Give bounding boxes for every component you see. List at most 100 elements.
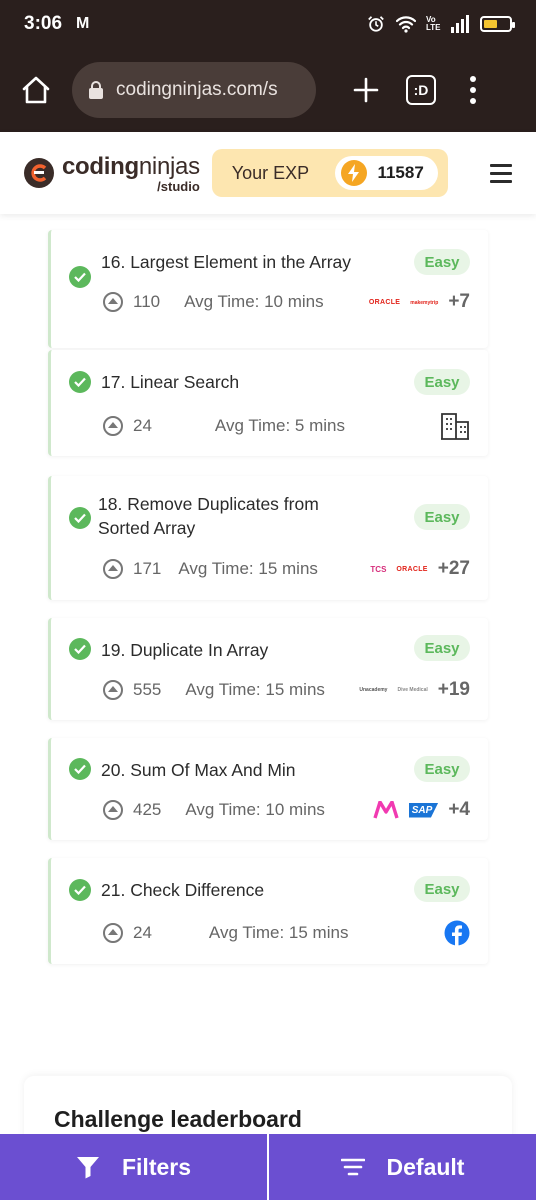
battery-icon — [480, 16, 515, 32]
building-icon — [441, 413, 469, 440]
problem-meta: 110 Avg Time: 10 mins ORACLE makemytrip … — [103, 291, 470, 313]
makemytrip-logo-text: makemytrip — [410, 299, 439, 306]
menu-dot — [470, 76, 476, 82]
upvote-count: 171 — [133, 559, 162, 578]
upvote-count: 555 — [133, 680, 162, 699]
problem-card[interactable]: 19. Duplicate In Array Easy 555 Avg Time… — [48, 618, 488, 720]
problem-card[interactable]: 20. Sum Of Max And Min Easy 425 Avg Time… — [48, 738, 488, 840]
filters-label: Filters — [121, 1153, 192, 1180]
solved-check-icon — [69, 371, 91, 393]
upvote-count: 24 — [133, 416, 152, 435]
exp-value: 11587 — [377, 163, 424, 182]
upvote-icon[interactable] — [103, 292, 123, 312]
signal-icon — [451, 15, 469, 33]
facebook-logo — [444, 920, 470, 946]
status-bar: 3:06 M Vo LTE — [0, 0, 536, 48]
browser-menu-button[interactable] — [466, 76, 480, 104]
difficulty-badge: Easy — [414, 369, 470, 395]
problem-meta: 555 Avg Time: 15 mins Unacademy Dive Med… — [103, 679, 470, 701]
company-logos: Unacademy Dive Medical +19 — [359, 679, 470, 701]
menu-dot — [470, 87, 476, 93]
difficulty-badge: Easy — [414, 635, 470, 661]
solved-check-icon — [69, 266, 91, 288]
site-header: codingninjas /studio Your EXP 11587 — [0, 132, 536, 214]
sap-logo: SAP — [408, 802, 439, 818]
avg-time: Avg Time: 5 mins — [214, 416, 345, 435]
more-companies-count[interactable]: +7 — [448, 291, 470, 313]
lightning-icon — [341, 160, 368, 186]
new-tab-button[interactable] — [346, 70, 386, 110]
alarm-icon — [368, 16, 384, 32]
home-button[interactable] — [16, 70, 56, 110]
url-text: codingninjas.com/s — [116, 79, 278, 100]
problem-title[interactable]: 19. Duplicate In Array — [101, 638, 351, 662]
more-companies-count[interactable]: +19 — [438, 679, 470, 701]
difficulty-badge: Easy — [414, 756, 470, 782]
wifi-icon — [396, 16, 416, 33]
menu-dot — [470, 98, 476, 104]
bottom-action-bar: Filters Default — [0, 1134, 536, 1200]
upvote-count: 110 — [133, 292, 161, 311]
avg-time: Avg Time: 15 mins — [208, 923, 349, 942]
brand-sub: /studio — [157, 178, 200, 194]
upvote-count: 425 — [133, 800, 162, 819]
avg-time: Avg Time: 15 mins — [178, 559, 318, 578]
problem-title[interactable]: 16. Largest Element in the Array — [101, 250, 351, 274]
tab-switcher-button[interactable]: :D — [406, 75, 436, 105]
difficulty-badge: Easy — [414, 876, 470, 902]
tcs-logo: TCS — [370, 564, 387, 574]
avg-time: Avg Time: 15 mins — [185, 680, 325, 699]
hamburger-menu-icon[interactable] — [490, 163, 512, 183]
plus-icon — [353, 77, 379, 103]
exp-badge[interactable]: Your EXP 11587 — [211, 149, 448, 197]
more-companies-count[interactable]: +27 — [438, 558, 470, 580]
problem-title[interactable]: 20. Sum Of Max And Min — [101, 758, 351, 782]
difficulty-badge: Easy — [414, 249, 470, 275]
unacademy-logo: Unacademy — [359, 687, 388, 693]
brand-light: ninjas — [138, 152, 200, 180]
sort-icon — [340, 1158, 365, 1176]
company-logos — [440, 412, 470, 440]
exp-label: Your EXP — [231, 162, 310, 183]
status-icons: Vo LTE — [366, 15, 515, 33]
clock: 3:06 — [24, 13, 63, 34]
dive-medical-logo: Dive Medical — [397, 687, 428, 693]
makemytrip-logo: makemytrip — [410, 299, 438, 306]
oracle-logo: ORACLE — [368, 298, 401, 306]
problem-title[interactable]: 18. Remove Duplicates from Sorted Array — [98, 492, 348, 540]
oracle-logo: ORACLE — [396, 565, 428, 573]
company-logos — [444, 920, 470, 946]
home-icon — [22, 76, 50, 104]
codingninjas-logo-icon[interactable] — [24, 158, 54, 188]
difficulty-badge: Easy — [414, 504, 470, 530]
gmail-icon: M — [76, 15, 90, 32]
upvote-icon[interactable] — [103, 559, 123, 579]
problem-title[interactable]: 21. Check Difference — [101, 878, 351, 902]
problem-card[interactable]: 21. Check Difference Easy 24 Avg Time: 1… — [48, 858, 488, 964]
company-logos: TCS ORACLE +27 — [370, 558, 470, 580]
problem-card[interactable]: 18. Remove Duplicates from Sorted Array … — [48, 476, 488, 600]
problem-card[interactable]: 17. Linear Search Easy 24 Avg Time: 5 mi… — [48, 350, 488, 456]
upvote-icon[interactable] — [103, 680, 123, 700]
filters-button[interactable]: Filters — [0, 1134, 267, 1200]
avg-time: Avg Time: 10 mins — [184, 292, 324, 311]
upvote-icon[interactable] — [103, 800, 123, 820]
solved-check-icon — [69, 758, 91, 780]
brand-logo[interactable]: codingninjas /studio — [62, 153, 200, 194]
solved-check-icon — [69, 879, 91, 901]
exp-counter: 11587 — [335, 156, 438, 190]
problem-card[interactable]: 16. Largest Element in the Array Easy 11… — [48, 230, 488, 348]
upvote-icon[interactable] — [103, 416, 123, 436]
filter-icon — [76, 1157, 99, 1179]
company-logos: ORACLE makemytrip +7 — [369, 291, 470, 313]
brand-name: codingninjas — [62, 153, 200, 181]
more-companies-count[interactable]: +4 — [448, 799, 470, 821]
upvote-icon[interactable] — [103, 923, 123, 943]
problem-meta: 24 Avg Time: 15 mins — [103, 920, 470, 946]
browser-toolbar: codingninjas.com/s :D — [0, 48, 536, 132]
solved-check-icon — [69, 507, 91, 529]
problem-title[interactable]: 17. Linear Search — [101, 370, 351, 394]
sort-button[interactable]: Default — [269, 1134, 536, 1200]
company-logos: SAP +4 — [373, 799, 470, 821]
address-bar[interactable]: codingninjas.com/s — [72, 62, 316, 118]
